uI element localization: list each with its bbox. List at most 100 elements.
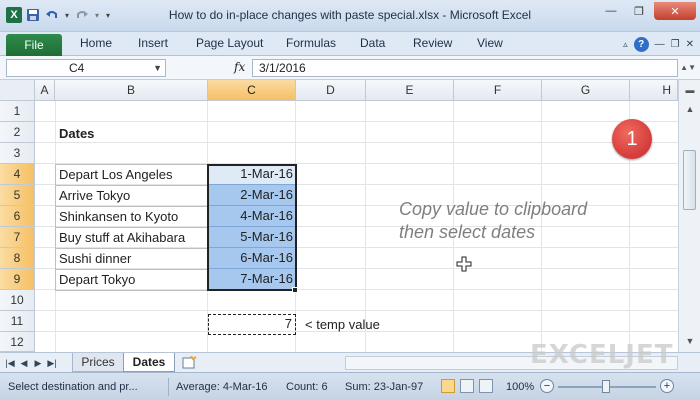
mouse-cursor-icon xyxy=(456,256,472,272)
fill-handle[interactable] xyxy=(292,287,298,293)
name-box-dropdown-icon[interactable]: ▼ xyxy=(153,60,162,76)
event-name-cell[interactable]: Buy stuff at Akihabara xyxy=(55,227,208,249)
tab-data[interactable]: Data xyxy=(360,36,385,50)
sheet-tab-prices[interactable]: Prices xyxy=(72,353,124,372)
row-header-6[interactable]: 6 xyxy=(0,206,35,227)
row-header-8[interactable]: 8 xyxy=(0,248,35,269)
minimize-ribbon-icon[interactable]: ▵ xyxy=(623,39,628,50)
formula-input[interactable]: 3/1/2016 xyxy=(252,59,678,77)
vertical-scrollbar[interactable]: ▬ ▲ ▼ xyxy=(678,80,700,352)
instruction-line-1: Copy value to clipboard xyxy=(399,199,588,219)
dates-heading: Dates xyxy=(59,126,95,141)
row-header-4[interactable]: 4 xyxy=(0,164,35,185)
scroll-up-icon[interactable]: ▲ xyxy=(683,102,697,116)
gridline xyxy=(35,142,678,143)
row-header-5[interactable]: 5 xyxy=(0,185,35,206)
row-header-11[interactable]: 11 xyxy=(0,311,35,332)
zoom-slider-knob[interactable] xyxy=(602,380,610,393)
temp-value-label: < temp value xyxy=(305,317,380,332)
row-header-1[interactable]: 1 xyxy=(0,101,35,122)
column-header-c[interactable]: C xyxy=(208,80,296,101)
tab-insert[interactable]: Insert xyxy=(138,36,168,50)
expand-formula-bar-icon[interactable]: ▲▼ xyxy=(680,63,696,72)
exceljet-watermark: EXCELJET xyxy=(530,340,674,370)
zoom-out-button[interactable]: − xyxy=(540,379,554,393)
name-box-value: C4 xyxy=(69,61,85,75)
column-header-a[interactable]: A xyxy=(35,80,55,101)
normal-view-icon[interactable] xyxy=(441,379,455,393)
page-layout-view-icon[interactable] xyxy=(460,379,474,393)
date-cell[interactable]: 4-Mar-16 xyxy=(208,206,296,227)
formula-bar: C4 ▼ fx 3/1/2016 ▲▼ xyxy=(0,56,700,80)
status-average[interactable]: Average: 4-Mar-16 xyxy=(176,381,268,393)
next-sheet-icon[interactable]: ▶ xyxy=(32,356,44,370)
maximize-button[interactable]: ❐ xyxy=(626,2,652,20)
insert-function-icon[interactable]: fx xyxy=(234,60,245,74)
tab-file[interactable]: File xyxy=(6,34,62,56)
step-number-badge: 1 xyxy=(612,119,652,159)
event-name-cell[interactable]: Shinkansen to Kyoto xyxy=(55,206,208,228)
workbook-minimize-button[interactable]: — xyxy=(655,39,665,50)
column-header-e[interactable]: E xyxy=(366,80,454,101)
workbook-close-button[interactable]: ✕ xyxy=(686,39,694,50)
row-header-9[interactable]: 9 xyxy=(0,269,35,290)
zoom-in-button[interactable]: + xyxy=(660,379,674,393)
prev-sheet-icon[interactable]: ◀ xyxy=(18,356,30,370)
ribbon-tabs: File Home Insert Page Layout Formulas Da… xyxy=(0,32,700,56)
window-title: How to do in-place changes with paste sp… xyxy=(168,8,532,22)
sheet-tab-dates[interactable]: Dates xyxy=(123,353,175,372)
copied-temp-value-cell[interactable]: 7 xyxy=(208,314,296,335)
close-button[interactable]: ✕ xyxy=(654,2,696,20)
workbook-restore-button[interactable]: ❐ xyxy=(671,39,680,50)
date-cell-active[interactable]: 1-Mar-16 xyxy=(208,164,296,185)
instruction-note: Copy value to clipboard then select date… xyxy=(399,198,587,244)
last-sheet-icon[interactable]: ▶| xyxy=(46,356,58,370)
tab-home[interactable]: Home xyxy=(80,36,112,50)
name-box[interactable]: C4 ▼ xyxy=(6,59,166,77)
row-header-2[interactable]: 2 xyxy=(0,122,35,143)
row-header-10[interactable]: 10 xyxy=(0,290,35,311)
event-name-cell[interactable]: Depart Los Angeles xyxy=(55,164,208,186)
zoom-level[interactable]: 100% xyxy=(506,381,534,393)
column-header-b[interactable]: B xyxy=(55,80,208,101)
minimize-button[interactable]: — xyxy=(598,2,624,20)
event-name-cell[interactable]: Arrive Tokyo xyxy=(55,185,208,207)
column-header-h[interactable]: H xyxy=(630,80,678,101)
column-header-d[interactable]: D xyxy=(296,80,366,101)
status-bar: Select destination and pr... Average: 4-… xyxy=(0,372,700,400)
column-header-g[interactable]: G xyxy=(542,80,630,101)
worksheet-grid[interactable]: A B C D E F G H 1 2 3 4 5 6 7 8 9 10 11 … xyxy=(0,80,700,352)
gridline xyxy=(35,121,678,122)
date-cell[interactable]: 7-Mar-16 xyxy=(208,269,296,290)
first-sheet-icon[interactable]: |◀ xyxy=(4,356,16,370)
formula-controls: fx xyxy=(172,59,252,77)
formula-value: 3/1/2016 xyxy=(259,61,306,75)
status-count[interactable]: Count: 6 xyxy=(286,381,328,393)
row-header-7[interactable]: 7 xyxy=(0,227,35,248)
ribbon-right-controls: ▵ ? — ❐ ✕ xyxy=(623,37,694,52)
scroll-split-icon[interactable]: ▬ xyxy=(683,83,697,97)
tab-review[interactable]: Review xyxy=(413,36,452,50)
status-sum[interactable]: Sum: 23-Jan-97 xyxy=(345,381,423,393)
scroll-down-icon[interactable]: ▼ xyxy=(683,334,697,348)
event-name-cell[interactable]: Depart Tokyo xyxy=(55,269,208,291)
tab-page-layout[interactable]: Page Layout xyxy=(196,36,263,50)
row-header-12[interactable]: 12 xyxy=(0,332,35,352)
vertical-scroll-thumb[interactable] xyxy=(683,150,696,210)
event-name-cell[interactable]: Sushi dinner xyxy=(55,248,208,270)
page-break-view-icon[interactable] xyxy=(479,379,493,393)
date-cell[interactable]: 2-Mar-16 xyxy=(208,185,296,206)
tab-formulas[interactable]: Formulas xyxy=(286,36,336,50)
date-cell[interactable]: 6-Mar-16 xyxy=(208,248,296,269)
row-header-3[interactable]: 3 xyxy=(0,143,35,164)
insert-worksheet-icon[interactable] xyxy=(180,355,198,370)
select-all-corner[interactable] xyxy=(0,80,35,101)
instruction-line-2: then select dates xyxy=(399,222,536,242)
column-header-f[interactable]: F xyxy=(454,80,542,101)
date-cell[interactable]: 5-Mar-16 xyxy=(208,227,296,248)
tab-view[interactable]: View xyxy=(477,36,503,50)
gridline xyxy=(35,310,678,311)
help-icon[interactable]: ? xyxy=(633,37,649,52)
window-controls: — ❐ ✕ xyxy=(598,2,696,20)
status-separator xyxy=(168,378,169,396)
